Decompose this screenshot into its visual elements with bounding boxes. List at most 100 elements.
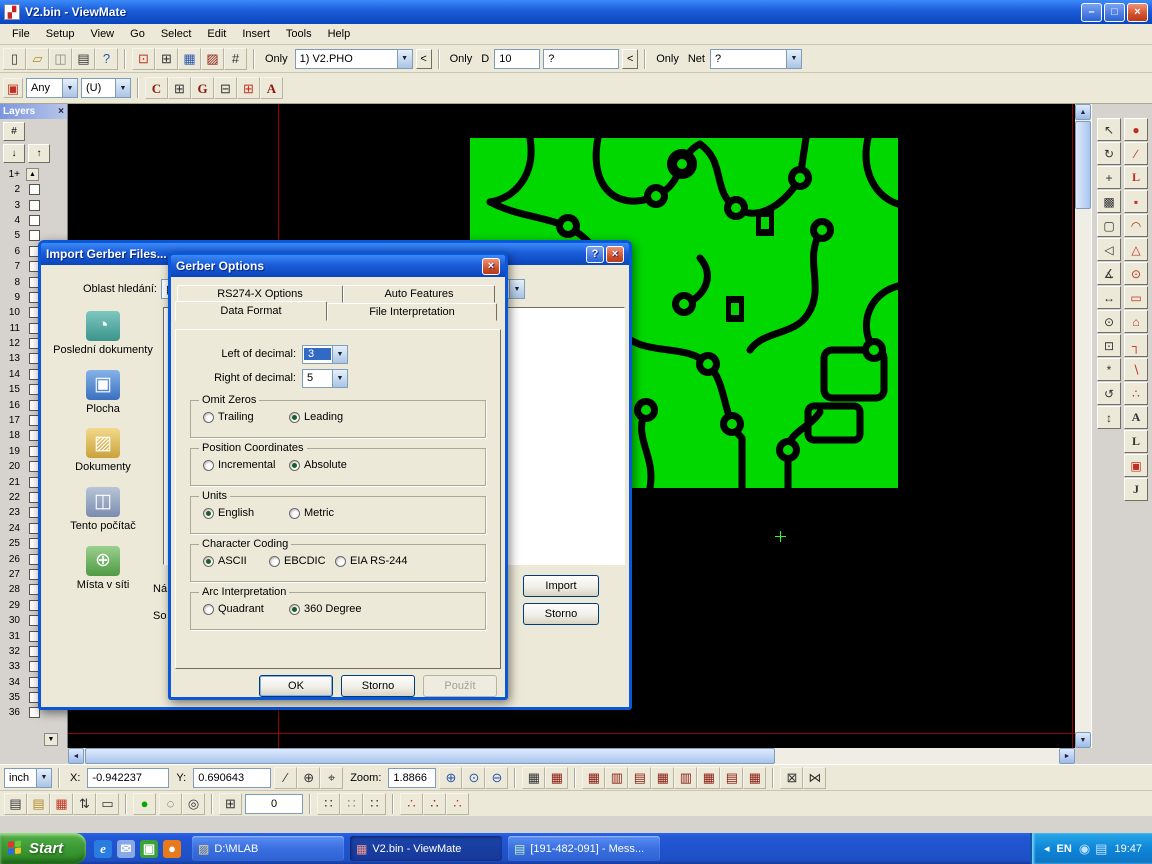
layer-visibility-checkbox[interactable] [29,200,40,211]
layer-move-up-button[interactable]: ↑ [28,144,50,163]
menu-item[interactable]: Setup [38,25,83,43]
firefox-icon[interactable]: ● [163,840,181,858]
query-select-icon[interactable]: # [224,48,247,70]
layer-row[interactable]: 4 [0,213,67,228]
radio-option[interactable]: Leading [289,411,375,423]
draw-slash-icon[interactable]: ∖ [1124,358,1148,381]
close-icon[interactable]: × [58,106,64,117]
net-compare-icon[interactable]: ⋈ [803,767,826,789]
swap-grid-icon[interactable]: ⊞ [168,77,191,99]
save-icon[interactable]: ◫ [49,48,72,70]
radio-option[interactable]: Absolute [289,459,375,471]
net-combo[interactable]: ? ▼ [710,49,802,69]
origin-target-icon[interactable]: ⊕ [297,767,320,789]
place-item[interactable]: ◔ Poslední dokumenty [49,311,157,357]
measure-line-icon[interactable]: ∕ [274,767,297,789]
settings-tool-icon[interactable]: * [1097,358,1121,381]
film-red-icon[interactable]: ▦ [50,793,73,815]
gerber-options-titlebar[interactable]: Gerber Options × [171,255,505,277]
film-stack-icon[interactable]: ▤ [4,793,27,815]
scroll-left-arrow-icon[interactable]: ◄ [68,748,84,764]
units-combo[interactable]: inch ▼ [4,768,52,788]
draw-circle-icon[interactable]: ⊙ [1124,262,1148,285]
aperture-grid-icon[interactable]: ▣ [3,78,23,98]
zoom-window-icon[interactable]: ⊙ [462,767,485,789]
dcode-filter-icon[interactable]: ▦ [743,767,766,789]
circle-select-icon[interactable]: ⊙ [1097,310,1121,333]
cancel-button[interactable]: Storno [523,603,599,625]
language-indicator[interactable]: EN [1057,843,1072,855]
stretch-tool-icon[interactable]: ↔ [1097,286,1121,309]
draw-dots-icon[interactable]: ∴ [1124,382,1148,405]
pad-marker3-icon[interactable]: ∴ [446,793,469,815]
taskbar-window-button[interactable]: ▤ [191-482-091] - Mess... [508,836,660,861]
chevron-down-icon[interactable]: ▼ [36,769,51,787]
new-file-icon[interactable]: ▯ [3,48,26,70]
film-swap-icon[interactable]: ⇅ [73,793,96,815]
highlight-select-icon[interactable]: ▨ [201,48,224,70]
horizontal-scrollbar[interactable]: ◄ ► [68,748,1075,764]
menu-item[interactable]: Select [153,25,200,43]
chevron-down-icon[interactable]: ▼ [509,280,524,298]
square-select-icon[interactable]: ⊡ [1097,334,1121,357]
tab-auto-features[interactable]: Auto Features [343,285,495,303]
scroll-up-arrow-icon[interactable]: ▲ [1075,104,1091,120]
place-item[interactable]: ⊕ Místa v síti [49,546,157,592]
outline-mode-icon[interactable]: ▢ [1097,214,1121,237]
layer-row[interactable]: 3 [0,197,67,212]
tab-data-format[interactable]: Data Format [175,301,327,321]
frame-select-icon[interactable]: ⊡ [132,48,155,70]
draw-polygon-icon[interactable]: ⌂ [1124,310,1148,333]
radio-option[interactable]: Metric [289,507,375,519]
sync-led-icon[interactable]: ● [133,793,156,815]
dcode-filter-icon[interactable]: ▤ [720,767,743,789]
ok-button[interactable]: OK [259,675,333,697]
close-button[interactable]: × [1127,3,1148,22]
plus-grid-icon[interactable]: ⊞ [237,77,260,99]
draw-text-icon[interactable]: A [1124,406,1148,429]
tray-chevron-icon[interactable]: ◂ [1044,842,1050,855]
draw-triangle-icon[interactable]: △ [1124,238,1148,261]
prev-dcode-button[interactable]: < [622,49,638,69]
layer-visibility-checkbox[interactable] [29,184,40,195]
keyboard-tray-icon[interactable]: ▤ [1095,841,1107,857]
scroll-down-arrow-icon[interactable]: ▼ [1075,732,1091,748]
close-button[interactable]: × [482,258,500,275]
rotate-tool-icon[interactable]: ∡ [1097,262,1121,285]
menu-item[interactable]: View [82,25,122,43]
menu-item[interactable]: Tools [278,25,320,43]
context-help-icon[interactable]: ? [95,48,118,70]
layer-visibility-checkbox[interactable] [29,230,40,241]
redraw-tool-icon[interactable]: ↻ [1097,142,1121,165]
scroll-down-icon[interactable]: ▼ [44,733,58,746]
cancel-button[interactable]: Storno [341,675,415,697]
radio-option[interactable]: Quadrant [203,603,289,615]
undo-tool-icon[interactable]: ↺ [1097,382,1121,405]
active-layer-row[interactable]: 1+ ▲ [0,166,67,182]
pad-marker2-icon[interactable]: ∴ [423,793,446,815]
radio-option[interactable]: EBCDIC [269,555,333,567]
aperture-unit-combo[interactable]: (U) ▼ [81,78,131,98]
minus-grid-icon[interactable]: ⊟ [214,77,237,99]
dcode-filter-icon[interactable]: ▤ [628,767,651,789]
radio-option[interactable]: Trailing [203,411,289,423]
draw-arc-icon[interactable]: ◠ [1124,214,1148,237]
menu-item[interactable]: Help [320,25,359,43]
place-item[interactable]: ◫ Tento počítač [49,487,157,533]
dcode-filter-icon[interactable]: ▦ [582,767,605,789]
place-item[interactable]: ▣ Plocha [49,370,157,416]
chevron-down-icon[interactable]: ▼ [332,370,347,387]
layer-move-down-button[interactable]: ↓ [3,144,25,163]
maximize-button[interactable]: □ [1104,3,1125,22]
scroll-right-arrow-icon[interactable]: ► [1059,748,1075,764]
pan-tool-icon[interactable]: + [1097,166,1121,189]
film-copy-icon[interactable]: ▭ [96,793,119,815]
grid-dots-fine-icon[interactable]: ∷ [340,793,363,815]
chevron-down-icon[interactable]: ▼ [786,50,801,68]
chevron-down-icon[interactable]: ▼ [332,346,347,363]
print-icon[interactable]: ▤ [72,48,95,70]
right-of-decimal-combo[interactable]: 5 ▼ [302,369,348,388]
aperture-table-icon[interactable]: ▦ [545,767,568,789]
draw-j-icon[interactable]: J [1124,478,1148,501]
probe-lamp-icon[interactable]: ◌ [159,793,182,815]
